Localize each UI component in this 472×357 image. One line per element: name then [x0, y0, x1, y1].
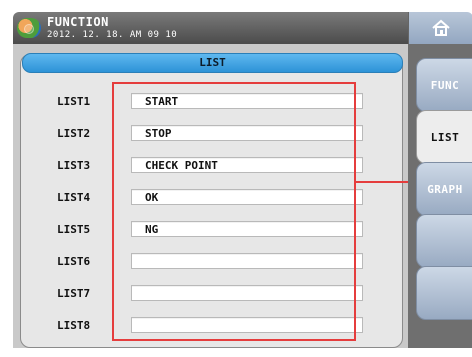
- highlight-box: [112, 82, 356, 341]
- screen-title: FUNCTION: [47, 15, 109, 29]
- list-label: LIST2: [57, 127, 91, 140]
- list-label: LIST5: [57, 223, 91, 236]
- tab-empty-2[interactable]: [416, 266, 472, 320]
- datetime-display: 2012. 12. 18. AM 09 10: [47, 30, 178, 40]
- side-tab-bar: FUNC LIST GRAPH: [408, 44, 472, 348]
- tab-graph[interactable]: GRAPH: [416, 162, 472, 216]
- app-logo-icon: [17, 18, 41, 38]
- tab-func[interactable]: FUNC: [416, 58, 472, 112]
- list-label: LIST1: [57, 95, 91, 108]
- list-label: LIST3: [57, 159, 91, 172]
- tab-empty-1[interactable]: [416, 214, 472, 268]
- home-button[interactable]: [408, 12, 472, 44]
- tab-list[interactable]: LIST: [416, 110, 472, 164]
- list-label: LIST6: [57, 255, 91, 268]
- list-label: LIST8: [57, 319, 91, 332]
- title-bar: FUNCTION 2012. 12. 18. AM 09 10: [13, 12, 408, 44]
- home-icon: [432, 19, 450, 36]
- list-title-bar: LIST: [22, 53, 403, 73]
- list-label: LIST7: [57, 287, 91, 300]
- list-label: LIST4: [57, 191, 91, 204]
